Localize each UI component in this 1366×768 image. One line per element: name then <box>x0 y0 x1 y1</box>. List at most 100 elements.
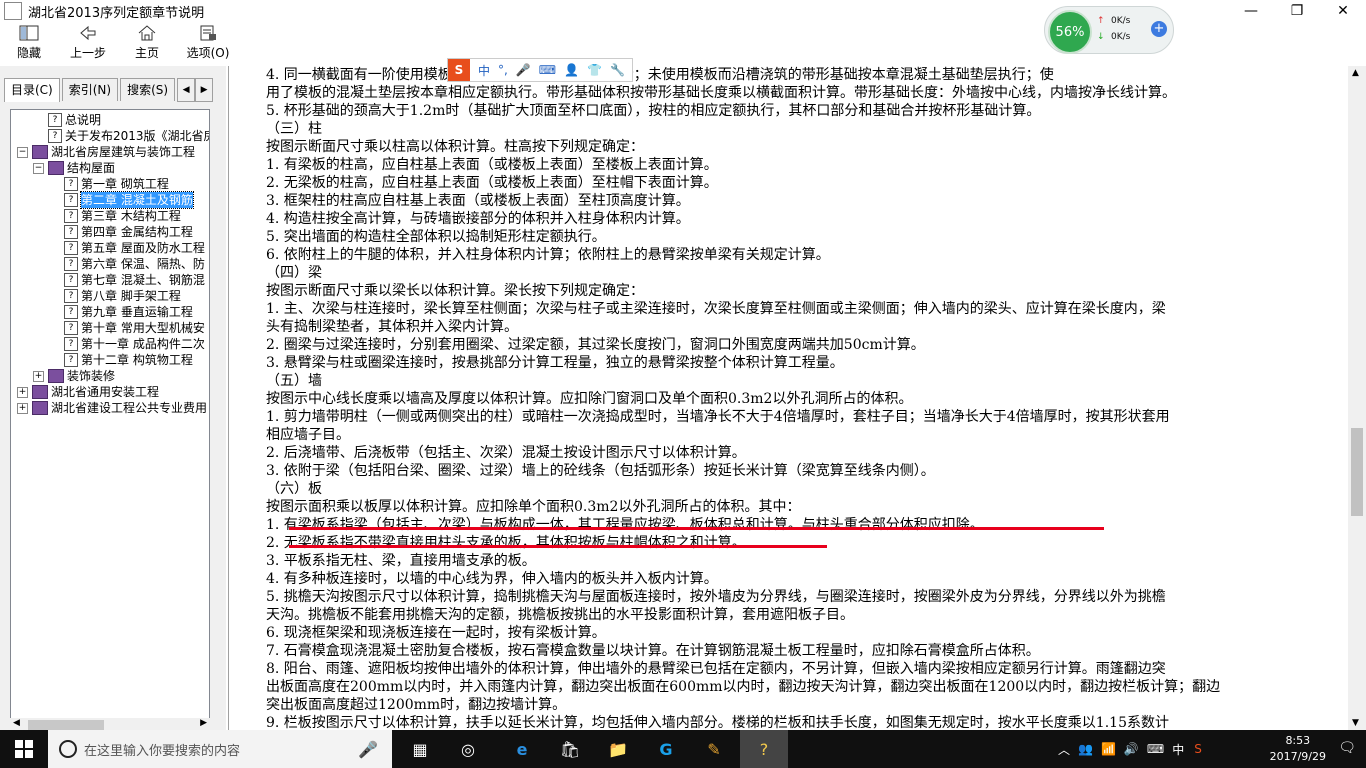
tree-item[interactable]: + 湖北省通用安装工程 <box>17 384 159 400</box>
browser-360-icon[interactable]: ◎ <box>444 730 492 768</box>
text-line: 头有捣制梁垫者，其体积并入梁内计算。 <box>266 319 518 335</box>
text-line: 4. 有多种板连接时，以墙的中心线为界，伸入墙内的板头并入板内计算。 <box>266 571 718 587</box>
help-page-icon: ? <box>64 305 78 319</box>
help-app-icon[interactable]: ? <box>740 730 788 768</box>
restore-button[interactable]: ❐ <box>1274 0 1320 22</box>
tree-item-label: 关于发布2013版《湖北省房屋 <box>65 129 209 143</box>
start-button[interactable] <box>0 730 48 768</box>
store-icon[interactable]: 🛍 <box>546 730 594 768</box>
text-line: 出板面高度在200mm以内时，并入雨篷内计算，翻边突出板面在600mm以内时，翻… <box>266 679 1221 695</box>
keyboard-tray-icon[interactable]: ⌨ <box>1147 742 1164 756</box>
collapse-icon[interactable]: − <box>17 146 28 158</box>
collapse-icon[interactable]: − <box>33 162 44 174</box>
network-icon[interactable]: 📶 <box>1101 742 1116 756</box>
tree-item[interactable]: − 湖北省房屋建筑与装饰工程 <box>17 144 195 160</box>
tree-item[interactable]: ? 第十二章 构筑物工程 <box>49 352 193 368</box>
file-explorer-icon[interactable]: 📁 <box>594 730 642 768</box>
tree-item[interactable]: ? 第三章 木结构工程 <box>49 208 181 224</box>
text-line: （四）梁 <box>266 265 322 281</box>
tree-item[interactable]: ? 第六章 保温、隔热、防 <box>49 256 205 272</box>
network-speed-widget[interactable]: 56% ↑ 0K/s ↓ 0K/s + <box>1044 6 1174 54</box>
tab-search[interactable]: 搜索(S) <box>120 78 176 101</box>
tree-item[interactable]: ? 第九章 垂直运输工程 <box>49 304 193 320</box>
tab-scroll-right-icon[interactable]: ▶ <box>195 78 214 102</box>
microphone-icon[interactable]: 🎤 <box>516 63 531 77</box>
tree-item[interactable]: ? 总说明 <box>33 112 101 128</box>
tree-item[interactable]: ? 第二章 混凝土及钢筋 <box>49 191 194 209</box>
microphone-icon[interactable]: 🎤 <box>358 740 378 759</box>
contents-tree: ?总说明?关于发布2013版《湖北省房屋−湖北省房屋建筑与装饰工程−结构屋面?第… <box>10 109 210 719</box>
tab-scroll-left-icon[interactable]: ◀ <box>177 78 196 102</box>
hide-button[interactable]: 隐藏 <box>0 22 58 66</box>
expand-icon[interactable]: + <box>17 402 28 414</box>
tree-item[interactable]: ? 第五章 屋面及防水工程 <box>49 240 205 256</box>
notifications-icon[interactable]: 🗨 <box>1338 740 1356 756</box>
ime-language[interactable]: 中 <box>478 62 490 79</box>
tree-item-label: 第四章 金属结构工程 <box>81 225 193 239</box>
close-button[interactable]: ✕ <box>1320 0 1366 22</box>
expand-icon[interactable]: + <box>33 370 44 382</box>
upload-speed: 0K/s <box>1111 16 1131 26</box>
tree-item[interactable]: ? 第七章 混凝土、钢筋混 <box>49 272 205 288</box>
tree-item-label: 第十一章 成品构件二次 <box>81 337 205 351</box>
tree-item[interactable]: ?关于发布2013版《湖北省房屋 <box>33 128 209 144</box>
book-icon <box>48 161 64 175</box>
text-line: 3. 框架柱的柱高应自柱基上表面（或楼板上表面）至柱顶高度计算。 <box>266 193 690 209</box>
tree-item[interactable]: ? 第四章 金属结构工程 <box>49 224 193 240</box>
text-line: 1. 主、次梁与柱连接时，梁长算至柱侧面；次梁与柱子或主梁连接时，次梁长度算至柱… <box>266 301 1166 317</box>
tab-contents[interactable]: 目录(C) <box>4 78 60 102</box>
clock[interactable]: 8:53 2017/9/29 <box>1270 733 1326 765</box>
text-line: 1. 有梁板系指梁（包括主、次梁）与板构成一体，其工程量应按梁、板体积总和计算。… <box>266 517 984 533</box>
task-view-icon[interactable]: ▦ <box>396 730 444 768</box>
options-button[interactable]: 选项(O) <box>176 22 240 66</box>
show-hidden-icons-icon[interactable]: ︿ <box>1058 741 1070 758</box>
text-line: 2. 无梁板系指不带梁直接用柱头支承的板，其体积按板与柱帽体积之和计算。 <box>266 535 746 551</box>
text-line: （三）柱 <box>266 121 322 137</box>
home-button[interactable]: 主页 <box>118 22 176 66</box>
ime-toolbar[interactable]: S 中 °, 🎤 ⌨ 👤 👕 🔧 <box>447 58 633 82</box>
taskbar-search-box[interactable]: 在这里输入你要搜索的内容 🎤 <box>48 730 392 768</box>
tree-item[interactable]: ? 第十一章 成品构件二次 <box>49 336 205 352</box>
volume-icon[interactable]: 🔊 <box>1124 742 1139 756</box>
tree-item-label: 第十章 常用大型机械安 <box>81 321 205 335</box>
accelerate-plus-icon[interactable]: + <box>1151 21 1167 37</box>
text-line: 2. 圈梁与过梁连接时，分别套用圈梁、过梁定额，其过梁长度按门，窗洞口外围宽度两… <box>266 337 925 353</box>
sogou-tray-icon[interactable]: S <box>1194 742 1202 756</box>
expand-icon[interactable]: + <box>17 386 28 398</box>
tree-item[interactable]: ? 第八章 脚手架工程 <box>49 288 181 304</box>
taskbar: 在这里输入你要搜索的内容 🎤 ▦ ◎ e 🛍 📁 G ✎ ? ︿ 👥 📶 🔊 ⌨… <box>0 730 1366 768</box>
tree-item[interactable]: + 装饰装修 <box>33 368 115 384</box>
help-page-icon: ? <box>48 129 62 143</box>
book-icon <box>32 385 48 399</box>
keyboard-icon[interactable]: ⌨ <box>539 63 556 77</box>
tree-item[interactable]: ? 第十章 常用大型机械安 <box>49 320 205 336</box>
tree-item[interactable]: − 结构屋面 <box>33 160 115 176</box>
notes-app-icon[interactable]: ✎ <box>690 730 738 768</box>
window-controls: — ❐ ✕ <box>1228 0 1366 22</box>
text-line: 1. 剪力墙带明柱（一侧或两侧突出的柱）或暗柱一次浇捣成型时，当墙净长不大于4倍… <box>266 409 1170 425</box>
tree-item-label: 第五章 屋面及防水工程 <box>81 241 205 255</box>
book-icon <box>32 145 48 159</box>
tree-item-label: 总说明 <box>65 113 102 127</box>
content-vertical-scrollbar[interactable]: ▲ ▼ <box>1348 66 1366 730</box>
help-page-icon: ? <box>64 257 78 271</box>
text-line: 3. 悬臂梁与柱或圈梁连接时，按悬挑部分计算工程量，独立的悬臂梁按整个体积计算工… <box>266 355 844 371</box>
user-icon[interactable]: 👤 <box>564 63 579 77</box>
text-line: 7. 石膏模盒现浇混凝土密肋复合楼板，按石膏模盒数量以块计算。在计算钢筋混凝土板… <box>266 643 1040 659</box>
back-button[interactable]: 上一步 <box>58 22 118 66</box>
text-line: 6. 现浇框架梁和现浇板连接在一起时，按有梁板计算。 <box>266 625 606 641</box>
minimize-button[interactable]: — <box>1228 0 1274 22</box>
content-scroll-thumb[interactable] <box>1351 428 1363 516</box>
skin-icon[interactable]: 👕 <box>587 63 602 77</box>
tree-scroll-thumb[interactable] <box>28 720 104 730</box>
tree-item[interactable]: ? 第一章 砌筑工程 <box>49 176 169 192</box>
tab-index[interactable]: 索引(N) <box>61 78 119 101</box>
text-line: 相应墙子目。 <box>266 427 350 443</box>
wrench-icon[interactable]: 🔧 <box>610 63 625 77</box>
punctuation-icon[interactable]: °, <box>498 63 508 77</box>
ime-indicator[interactable]: 中 <box>1172 741 1184 758</box>
edge-icon[interactable]: e <box>498 730 546 768</box>
tree-item[interactable]: + 湖北省建设工程公共专业费用 <box>17 400 207 416</box>
g-app-icon[interactable]: G <box>642 730 690 768</box>
user-tray-icon[interactable]: 👥 <box>1078 742 1093 756</box>
